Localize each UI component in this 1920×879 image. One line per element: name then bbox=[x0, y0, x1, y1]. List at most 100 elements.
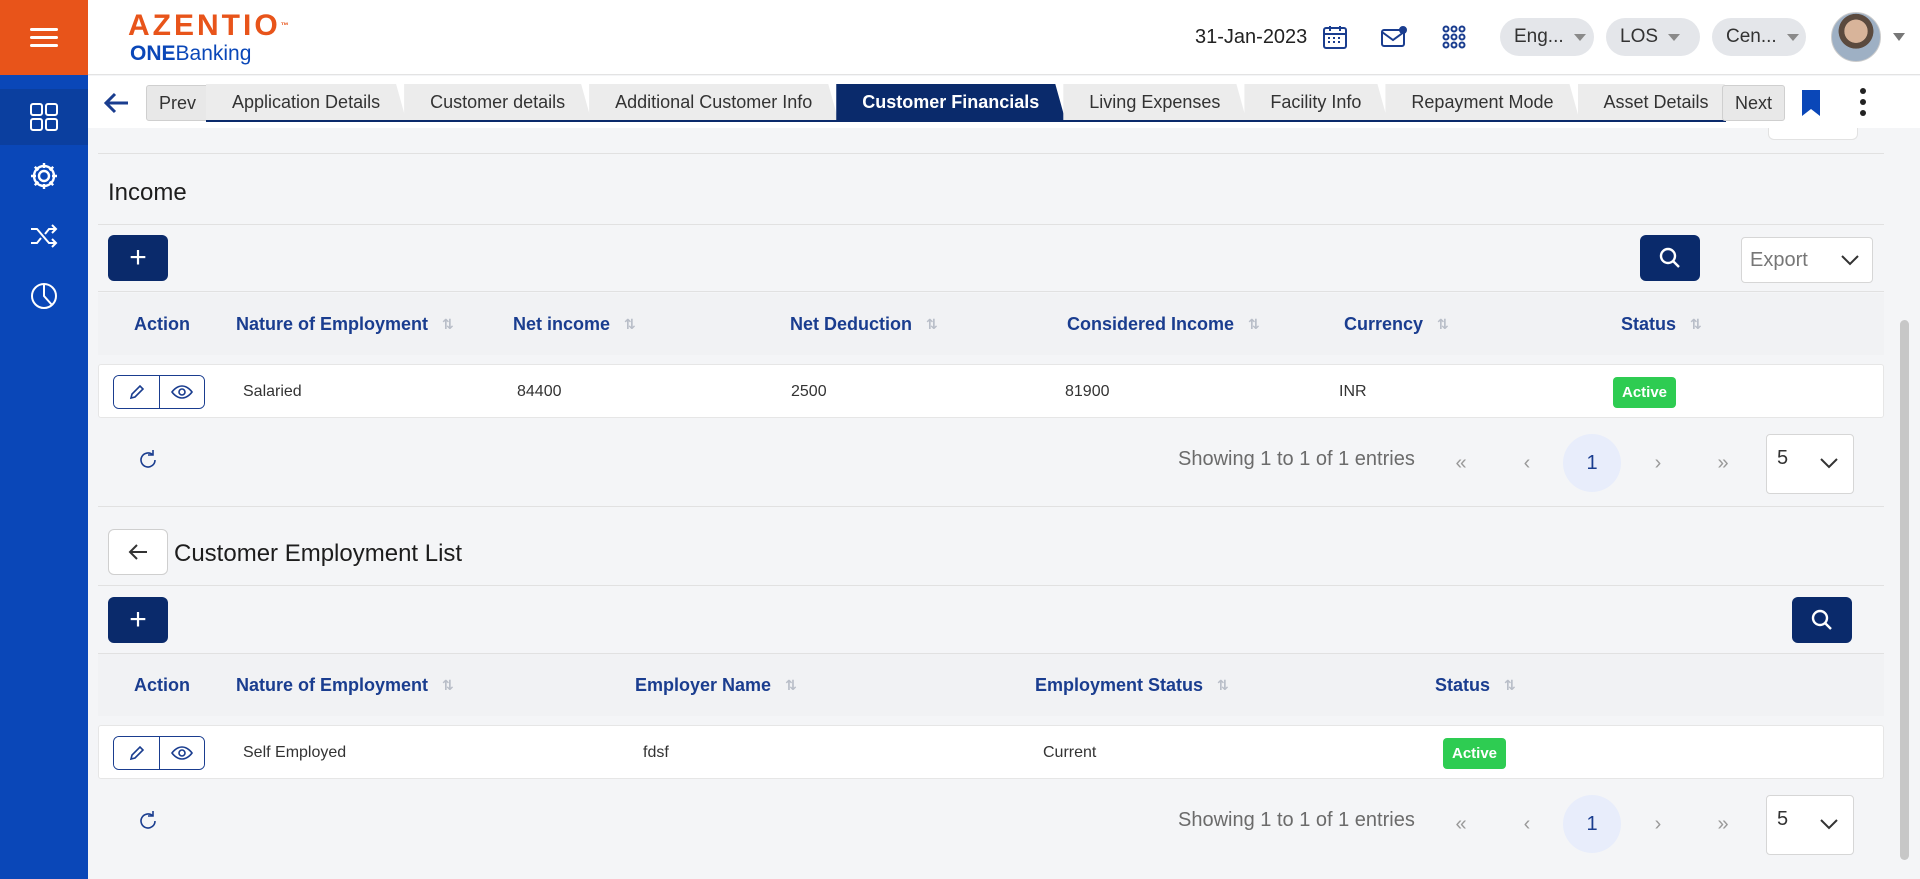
collapsed-panel-edge bbox=[1768, 128, 1858, 140]
azentio-logo: AZENTIO™ ONEBanking bbox=[128, 9, 289, 66]
bookmark-icon[interactable] bbox=[1800, 88, 1822, 118]
employment-table-header: Action Nature of Employment ⇅ Employer Na… bbox=[98, 654, 1884, 716]
top-header: AZENTIO™ ONEBanking 31-Jan-2023 Eng... L… bbox=[88, 0, 1920, 75]
back-arrow-icon bbox=[128, 544, 147, 560]
first-page-button[interactable]: « bbox=[1432, 795, 1490, 853]
export-dropdown[interactable]: Export bbox=[1741, 237, 1873, 283]
tab-strip: Application Details Customer details Addit… bbox=[206, 84, 1726, 122]
row-actions bbox=[113, 375, 205, 409]
apps-grid-icon bbox=[1442, 25, 1466, 49]
next-page-button[interactable]: › bbox=[1629, 795, 1687, 853]
page-size-select[interactable]: 5 bbox=[1766, 795, 1854, 855]
settings-nav-button[interactable] bbox=[0, 148, 88, 204]
eye-icon bbox=[171, 746, 193, 760]
chevron-down-icon bbox=[1841, 255, 1859, 266]
pencil-icon bbox=[129, 745, 144, 761]
column-header-employer-name[interactable]: Employer Name ⇅ bbox=[635, 654, 797, 716]
back-button[interactable] bbox=[108, 529, 168, 575]
view-button[interactable] bbox=[159, 737, 204, 769]
add-employment-button[interactable]: + bbox=[108, 597, 168, 643]
row-actions bbox=[113, 736, 205, 770]
last-page-button[interactable]: » bbox=[1694, 795, 1752, 853]
prev-tab-button[interactable]: Prev bbox=[146, 85, 210, 121]
refresh-icon[interactable] bbox=[136, 448, 160, 472]
column-header-employment-status[interactable]: Employment Status ⇅ bbox=[1035, 654, 1229, 716]
current-page-button[interactable]: 1 bbox=[1563, 434, 1621, 492]
prev-page-button[interactable]: ‹ bbox=[1498, 434, 1556, 492]
employment-title: Customer Employment List bbox=[174, 540, 463, 567]
back-arrow-icon[interactable] bbox=[102, 88, 132, 118]
page-size-select[interactable]: 5 bbox=[1766, 434, 1854, 494]
column-header-nature[interactable]: Nature of Employment ⇅ bbox=[236, 654, 454, 716]
tab-customer-details[interactable]: Customer details bbox=[404, 84, 591, 120]
last-page-button[interactable]: » bbox=[1694, 434, 1752, 492]
hamburger-menu-button[interactable] bbox=[0, 0, 88, 75]
mail-icon bbox=[1381, 26, 1407, 47]
settings-icon bbox=[31, 163, 57, 189]
plus-icon: + bbox=[129, 241, 147, 274]
divider bbox=[98, 585, 1884, 586]
cell-net-income: 84400 bbox=[517, 383, 562, 400]
dashboard-nav-button[interactable] bbox=[0, 89, 88, 145]
next-tab-button[interactable]: Next bbox=[1722, 85, 1786, 121]
status-badge: Active bbox=[1613, 376, 1677, 408]
tab-application-details[interactable]: Application Details bbox=[206, 84, 406, 120]
chevron-down-icon[interactable] bbox=[1893, 33, 1905, 41]
column-header-status[interactable]: Status ⇅ bbox=[1621, 293, 1702, 355]
tab-asset-details[interactable]: Asset Details bbox=[1578, 84, 1727, 120]
tab-facility-info[interactable]: Facility Info bbox=[1244, 84, 1387, 120]
sort-icon: ⇅ bbox=[442, 676, 454, 693]
search-income-button[interactable] bbox=[1640, 235, 1700, 281]
cell-status: Active bbox=[1613, 365, 1677, 419]
tab-living-expenses[interactable]: Living Expenses bbox=[1063, 84, 1246, 120]
search-icon bbox=[1811, 609, 1832, 630]
dashboard-icon bbox=[30, 103, 58, 131]
search-icon bbox=[1659, 247, 1680, 268]
chevron-down-icon bbox=[1820, 819, 1838, 830]
refresh-icon[interactable] bbox=[136, 809, 160, 833]
messages-button[interactable] bbox=[1379, 22, 1409, 52]
first-page-button[interactable]: « bbox=[1432, 434, 1490, 492]
column-header-net-deduction[interactable]: Net Deduction ⇅ bbox=[790, 293, 938, 355]
tab-customer-financials[interactable]: Customer Financials bbox=[836, 84, 1065, 120]
sort-icon: ⇅ bbox=[624, 315, 636, 332]
sort-icon: ⇅ bbox=[1437, 315, 1449, 332]
sort-icon: ⇅ bbox=[442, 315, 454, 332]
module-dropdown[interactable]: LOS bbox=[1606, 18, 1700, 56]
tab-additional-customer-info[interactable]: Additional Customer Info bbox=[589, 84, 838, 120]
cell-considered-income: 81900 bbox=[1065, 383, 1110, 400]
hamburger-icon bbox=[30, 23, 58, 52]
tab-repayment-mode[interactable]: Repayment Mode bbox=[1385, 84, 1579, 120]
page-scrollbar[interactable] bbox=[1900, 320, 1909, 860]
column-header-status[interactable]: Status ⇅ bbox=[1435, 654, 1516, 716]
current-page-button[interactable]: 1 bbox=[1563, 795, 1621, 853]
column-header-nature[interactable]: Nature of Employment ⇅ bbox=[236, 293, 454, 355]
edit-button[interactable] bbox=[114, 737, 159, 769]
prev-page-button[interactable]: ‹ bbox=[1498, 795, 1556, 853]
column-header-action: Action bbox=[134, 674, 190, 695]
apps-button[interactable] bbox=[1439, 22, 1469, 52]
sort-icon: ⇅ bbox=[1504, 676, 1516, 693]
branch-dropdown[interactable]: Cen... bbox=[1712, 18, 1806, 56]
eye-icon bbox=[171, 385, 193, 399]
view-button[interactable] bbox=[159, 376, 204, 408]
column-header-currency[interactable]: Currency ⇅ bbox=[1344, 293, 1449, 355]
reports-nav-button[interactable] bbox=[0, 268, 88, 324]
search-employment-button[interactable] bbox=[1792, 597, 1852, 643]
column-header-considered-income[interactable]: Considered Income ⇅ bbox=[1067, 293, 1260, 355]
next-page-button[interactable]: › bbox=[1629, 434, 1687, 492]
language-dropdown[interactable]: Eng... bbox=[1500, 18, 1594, 56]
column-header-net-income[interactable]: Net income ⇅ bbox=[513, 293, 636, 355]
pie-chart-icon bbox=[31, 283, 57, 309]
sort-icon: ⇅ bbox=[926, 315, 938, 332]
cell-nature: Salaried bbox=[243, 383, 302, 400]
add-income-button[interactable]: + bbox=[108, 235, 168, 281]
calendar-button[interactable] bbox=[1320, 22, 1350, 52]
workflow-nav-button[interactable] bbox=[0, 208, 88, 264]
table-row: Salaried 84400 2500 81900 INR Active bbox=[98, 364, 1884, 418]
plus-icon: + bbox=[129, 603, 147, 636]
user-avatar[interactable] bbox=[1831, 12, 1881, 62]
more-options-icon[interactable] bbox=[1860, 88, 1868, 121]
edit-button[interactable] bbox=[114, 376, 159, 408]
pagination-summary: Showing 1 to 1 of 1 entries bbox=[1178, 809, 1415, 831]
